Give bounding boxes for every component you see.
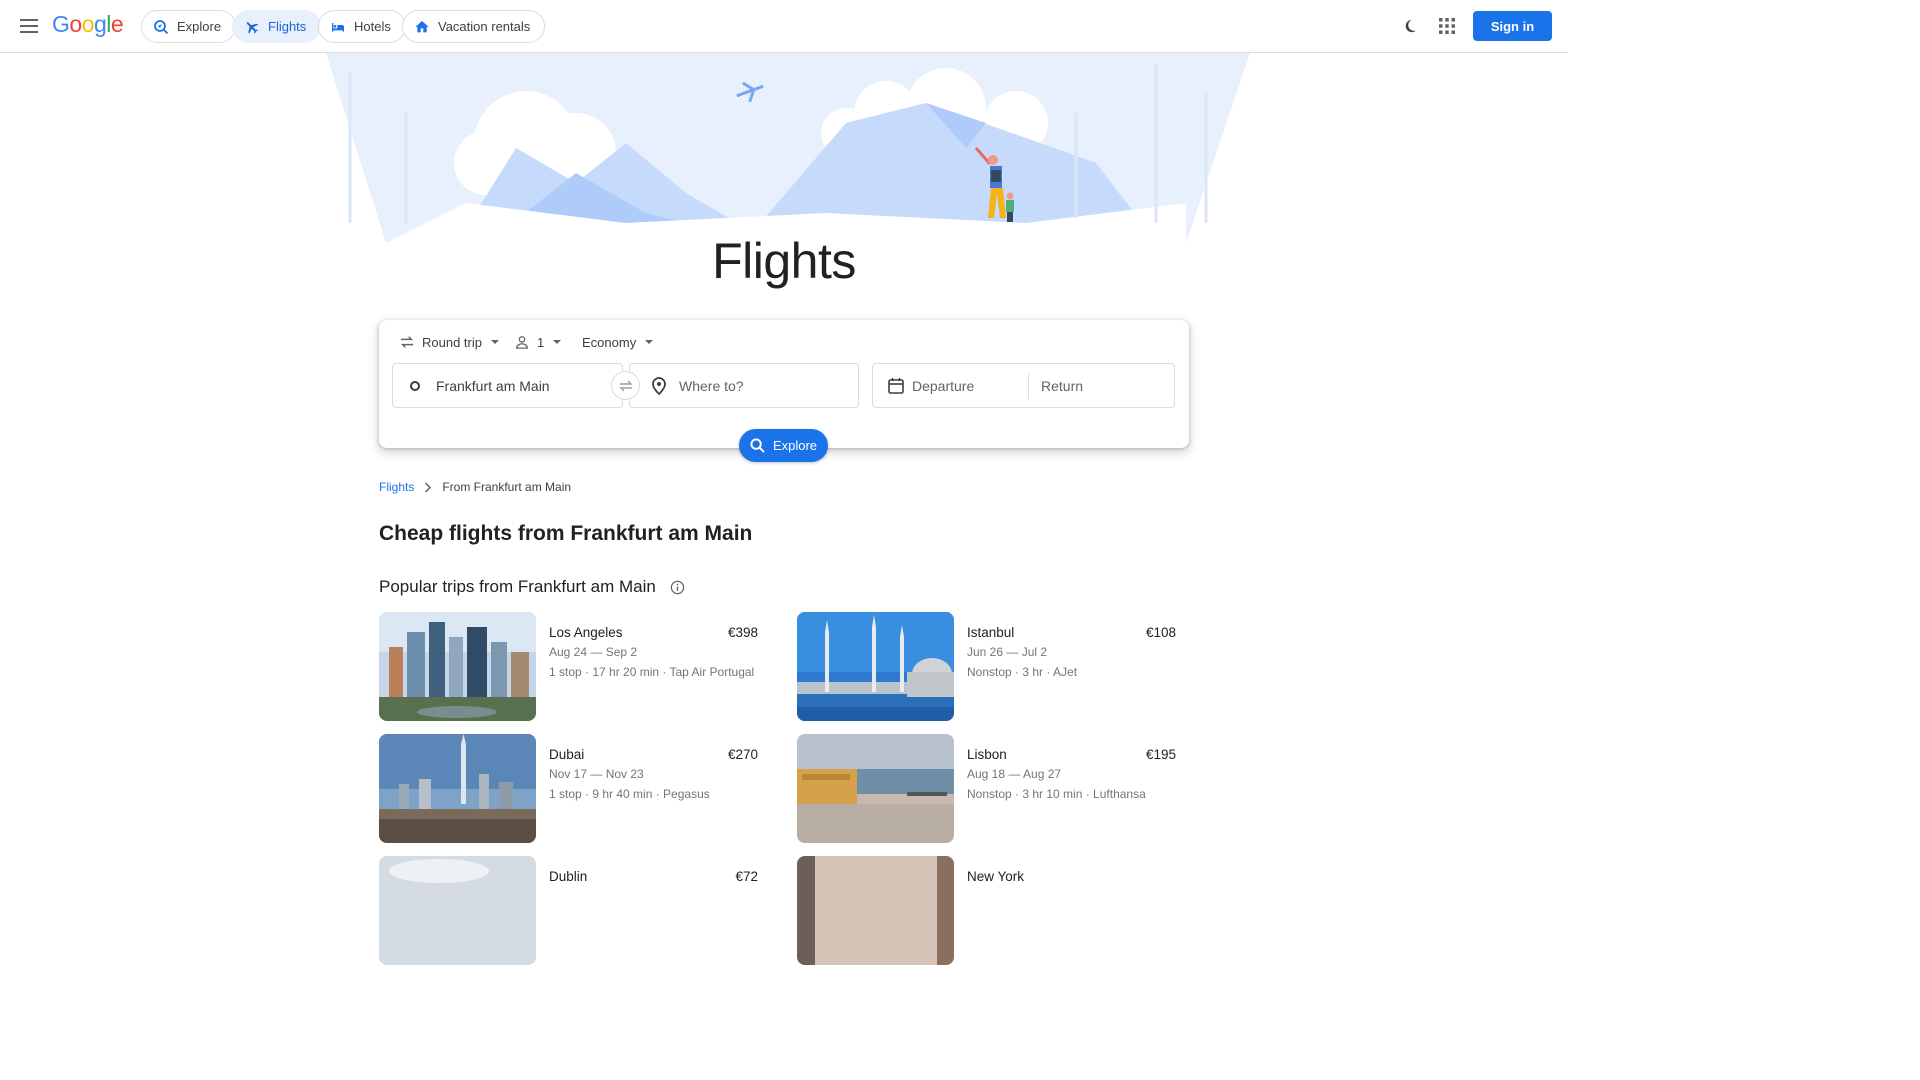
trip-card-lisbon[interactable]: Lisbon €195 Aug 18 — Aug 27 Nonstop · 3 …	[797, 734, 1177, 844]
passengers-select[interactable]: 1	[515, 332, 562, 352]
trip-city: New York	[967, 869, 1025, 884]
explore-search-button[interactable]: Explore	[739, 429, 828, 462]
dropdown-caret-icon	[645, 340, 654, 344]
trip-price: €195	[1145, 747, 1176, 762]
trip-dates: Jun 26 — Jul 2	[967, 645, 1048, 659]
house-icon	[415, 20, 429, 32]
nav-flights-chip[interactable]: Flights	[232, 10, 322, 43]
trip-city: Dublin	[549, 869, 588, 884]
trip-card-dublin[interactable]: Dublin €72	[379, 856, 759, 966]
istanbul-photo	[797, 612, 954, 721]
location-pin-icon	[652, 376, 666, 395]
trip-details: 1 stop · 17 hr 20 min · Tap Air Portugal	[549, 665, 755, 679]
date-divider	[1028, 372, 1029, 399]
trip-price: €72	[735, 869, 758, 884]
trip-card-dubai[interactable]: Dubai €270 Nov 17 — Nov 23 1 stop · 9 hr…	[379, 734, 759, 844]
dates-field[interactable]: Departure Return	[872, 363, 1175, 408]
info-icon[interactable]	[670, 580, 685, 595]
trip-dates: Aug 18 — Aug 27	[967, 767, 1062, 781]
trip-type-select[interactable]: Round trip	[400, 332, 500, 352]
trip-city: Los Angeles	[549, 625, 623, 640]
nav-label: Explore	[177, 19, 222, 34]
swap-locations-button[interactable]	[611, 371, 640, 400]
breadcrumb: Flights From Frankfurt am Main	[379, 480, 571, 494]
nav-label: Flights	[268, 19, 307, 34]
origin-circle-icon	[410, 380, 420, 391]
nav-hotels-chip[interactable]: Hotels	[318, 10, 406, 43]
breadcrumb-flights-link[interactable]: Flights	[379, 480, 414, 494]
trip-details: Nonstop · 3 hr · AJet	[967, 665, 1078, 679]
swap-arrows-icon	[618, 380, 633, 391]
dubai-photo	[379, 734, 536, 843]
popular-trips-heading-row: Popular trips from Frankfurt am Main	[379, 577, 685, 597]
bed-icon	[332, 22, 344, 32]
airplane-icon	[246, 21, 259, 34]
apps-grid-icon[interactable]	[1434, 13, 1460, 39]
trip-type-value: Round trip	[422, 334, 482, 350]
departure-placeholder[interactable]: Departure	[912, 378, 1028, 394]
nav-label: Vacation rentals	[438, 19, 531, 34]
dropdown-caret-icon	[553, 340, 562, 344]
cabin-class-select[interactable]: Economy	[582, 332, 654, 352]
nav-vacation-rentals-chip[interactable]: Vacation rentals	[402, 10, 546, 43]
origin-field[interactable]: Frankfurt am Main	[392, 363, 623, 408]
nav-label: Hotels	[354, 19, 391, 34]
nav-explore-chip[interactable]: Explore	[141, 10, 237, 43]
hero-illustration	[326, 53, 1250, 243]
moon-icon[interactable]	[1397, 13, 1423, 39]
cheap-flights-heading: Cheap flights from Frankfurt am Main	[379, 522, 753, 545]
origin-value: Frankfurt am Main	[436, 377, 550, 394]
sign-in-button[interactable]: Sign in	[1473, 11, 1552, 41]
new-york-photo	[797, 856, 954, 965]
explore-icon	[154, 19, 169, 34]
calendar-icon	[888, 378, 904, 394]
trip-price: €108	[1145, 625, 1176, 640]
los-angeles-photo	[379, 612, 536, 721]
trip-card-new-york[interactable]: New York	[797, 856, 1177, 966]
hamburger-menu-icon[interactable]	[14, 11, 44, 41]
trip-details: Nonstop · 3 hr 10 min · Lufthansa	[967, 787, 1146, 801]
cabin-class-value: Economy	[582, 334, 637, 350]
search-icon	[750, 438, 765, 453]
trip-city: Istanbul	[967, 625, 1015, 640]
chevron-right-icon	[425, 481, 432, 493]
trip-dates: Nov 17 — Nov 23	[549, 767, 644, 781]
passengers-value: 1	[537, 334, 545, 350]
explore-button-label: Explore	[772, 438, 818, 453]
trip-price: €270	[727, 747, 758, 762]
destination-field[interactable]: Where to?	[629, 363, 859, 408]
trip-city: Dubai	[549, 747, 585, 762]
trip-card-istanbul[interactable]: Istanbul €108 Jun 26 — Jul 2 Nonstop · 3…	[797, 612, 1177, 722]
google-logo[interactable]: Google	[52, 11, 124, 38]
destination-placeholder: Where to?	[679, 377, 744, 394]
trip-city: Lisbon	[967, 747, 1007, 762]
person-icon	[516, 336, 528, 349]
popular-trips-heading: Popular trips from Frankfurt am Main	[379, 577, 656, 596]
trip-price: €398	[727, 625, 758, 640]
breadcrumb-current: From Frankfurt am Main	[442, 480, 572, 494]
trip-dates: Aug 24 — Sep 2	[549, 645, 638, 659]
dropdown-caret-icon	[490, 340, 499, 344]
dublin-photo	[379, 856, 536, 965]
trip-details: 1 stop · 9 hr 40 min · Pegasus	[549, 787, 710, 801]
return-placeholder[interactable]: Return	[1041, 378, 1083, 394]
top-app-bar: Google Explore Flights Hotels Vacation r…	[0, 0, 1568, 53]
lisbon-photo	[797, 734, 954, 843]
trip-card-los-angeles[interactable]: Los Angeles €398 Aug 24 — Sep 2 1 stop ·…	[379, 612, 759, 722]
round-trip-arrows-icon	[400, 336, 414, 348]
page-title: Flights	[712, 233, 856, 289]
